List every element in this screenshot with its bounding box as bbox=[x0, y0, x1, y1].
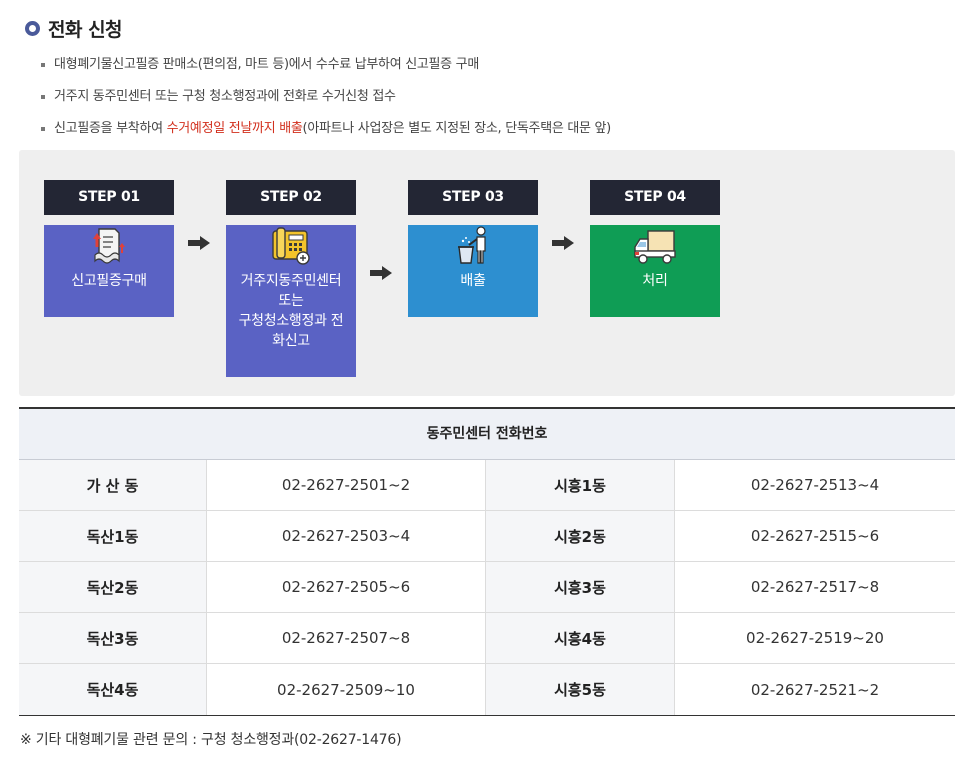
district-name: 시흥4동 bbox=[486, 613, 674, 663]
title-circle-icon bbox=[25, 21, 40, 36]
step-04: STEP 04 처리 bbox=[590, 180, 720, 317]
step-label: STEP 04 bbox=[590, 180, 720, 215]
step-03: STEP 03 배출 bbox=[408, 180, 538, 317]
phone-number: 02-2627-2519~20 bbox=[674, 613, 955, 663]
district-name: 가 산 동 bbox=[19, 460, 206, 510]
instruction-item: 신고필증을 부착하여 수거예정일 전날까지 배출(아파트나 사업장은 별도 지정… bbox=[40, 120, 611, 152]
instruction-list: 대형폐기물신고필증 판매소(편의점, 마트 등)에서 수수료 납부하여 신고필증… bbox=[40, 56, 611, 152]
table-row: 독산4동 02-2627-2509~10 시흥5동 02-2627-2521~2 bbox=[19, 664, 955, 715]
district-name: 독산4동 bbox=[19, 664, 206, 715]
table-row: 독산3동 02-2627-2507~8 시흥4동 02-2627-2519~20 bbox=[19, 613, 955, 664]
instruction-text: 신고필증을 부착하여 bbox=[54, 121, 167, 136]
page-title: 전화 신청 bbox=[48, 19, 123, 41]
receipt-icon bbox=[93, 228, 125, 264]
district-name: 시흥5동 bbox=[486, 664, 674, 715]
phone-number: 02-2627-2517~8 bbox=[674, 562, 955, 612]
phone-number: 02-2627-2515~6 bbox=[674, 511, 955, 561]
step-text: 거주지동주민센터 bbox=[240, 273, 342, 289]
district-name: 독산2동 bbox=[19, 562, 206, 612]
phone-number: 02-2627-2507~8 bbox=[206, 613, 486, 663]
step-text: 화신고 bbox=[272, 333, 310, 349]
phone-table: 동주민센터 전화번호 가 산 동 02-2627-2501~2 시흥1동 02-… bbox=[19, 407, 955, 716]
table-header: 동주민센터 전화번호 bbox=[19, 409, 955, 460]
phone-icon bbox=[272, 227, 310, 265]
step-text: 신고필증구매 bbox=[71, 273, 147, 289]
district-name: 시흥3동 bbox=[486, 562, 674, 612]
instruction-item: 거주지 동주민센터 또는 구청 청소행정과에 전화로 수거신청 접수 bbox=[40, 88, 611, 120]
instruction-text: (아파트나 사업장은 별도 지정된 장소, 단독주택은 대문 앞) bbox=[302, 121, 612, 136]
table-row: 독산1동 02-2627-2503~4 시흥2동 02-2627-2515~6 bbox=[19, 511, 955, 562]
district-name: 시흥2동 bbox=[486, 511, 674, 561]
step-label: STEP 03 bbox=[408, 180, 538, 215]
phone-number: 02-2627-2503~4 bbox=[206, 511, 486, 561]
step-label: STEP 02 bbox=[226, 180, 356, 215]
step-panel: STEP 01 신고필증구매 STEP 02 거주지동주민센터 또는 구청청소행… bbox=[19, 150, 955, 396]
step-text: 처리 bbox=[642, 273, 668, 289]
phone-number: 02-2627-2501~2 bbox=[206, 460, 486, 510]
district-name: 독산3동 bbox=[19, 613, 206, 663]
step-text: 구청청소행정과 전 bbox=[238, 313, 344, 329]
step-02: STEP 02 거주지동주민센터 또는 구청청소행정과 전 화신고 bbox=[226, 180, 356, 377]
step-body: 거주지동주민센터 또는 구청청소행정과 전 화신고 bbox=[226, 225, 356, 377]
instruction-item: 대형폐기물신고필증 판매소(편의점, 마트 등)에서 수수료 납부하여 신고필증… bbox=[40, 56, 611, 88]
district-name: 독산1동 bbox=[19, 511, 206, 561]
phone-number: 02-2627-2509~10 bbox=[206, 664, 486, 715]
arrow-right-icon bbox=[188, 236, 210, 250]
step-text: 배출 bbox=[460, 273, 486, 289]
step-body: 처리 bbox=[590, 225, 720, 317]
instruction-text: 대형폐기물신고필증 판매소(편의점, 마트 등)에서 수수료 납부하여 신고필증… bbox=[54, 57, 479, 72]
step-body: 신고필증구매 bbox=[44, 225, 174, 317]
footnote: ※ 기타 대형폐기물 관련 문의 : 구청 청소행정과(02-2627-1476… bbox=[20, 732, 402, 748]
phone-number: 02-2627-2513~4 bbox=[674, 460, 955, 510]
step-body: 배출 bbox=[408, 225, 538, 317]
arrow-right-icon bbox=[370, 266, 392, 280]
step-01: STEP 01 신고필증구매 bbox=[44, 180, 174, 317]
arrow-right-icon bbox=[552, 236, 574, 250]
step-text: 또는 bbox=[278, 293, 304, 309]
section-title: 전화 신청 bbox=[25, 15, 123, 42]
phone-number: 02-2627-2505~6 bbox=[206, 562, 486, 612]
step-label: STEP 01 bbox=[44, 180, 174, 215]
phone-number: 02-2627-2521~2 bbox=[674, 664, 955, 715]
truck-icon bbox=[634, 230, 676, 264]
district-name: 시흥1동 bbox=[486, 460, 674, 510]
table-row: 가 산 동 02-2627-2501~2 시흥1동 02-2627-2513~4 bbox=[19, 460, 955, 511]
instruction-text: 거주지 동주민센터 또는 구청 청소행정과에 전화로 수거신청 접수 bbox=[54, 89, 396, 104]
instruction-highlight: 수거예정일 전날까지 배출 bbox=[166, 121, 303, 136]
trash-person-icon bbox=[458, 226, 486, 264]
table-row: 독산2동 02-2627-2505~6 시흥3동 02-2627-2517~8 bbox=[19, 562, 955, 613]
